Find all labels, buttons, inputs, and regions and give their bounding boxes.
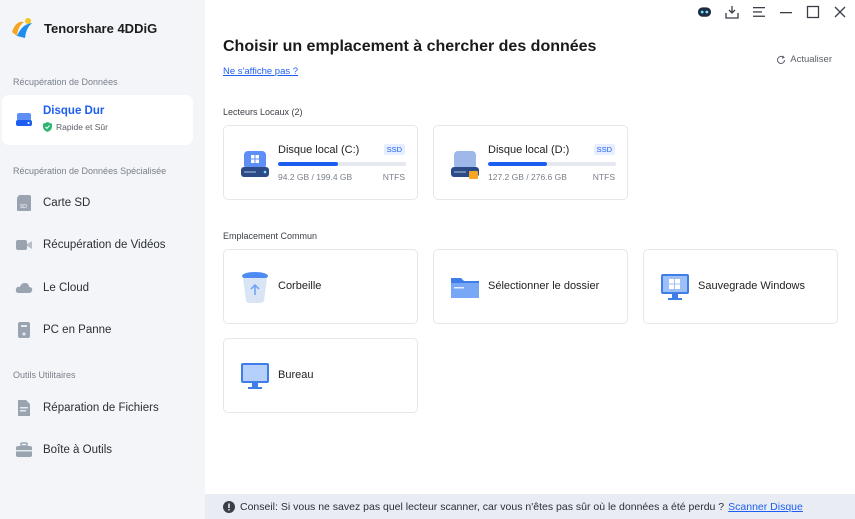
menu-icon[interactable] bbox=[751, 4, 766, 19]
drive-usage-fill bbox=[278, 162, 339, 166]
sidebar-item-subtitle: Rapide et Sûr bbox=[56, 122, 108, 132]
sidebar-item-label: PC en Panne bbox=[43, 324, 112, 336]
crashed-pc-icon bbox=[15, 321, 33, 339]
refresh-label: Actualiser bbox=[790, 54, 832, 65]
sidebar-item-label: Boîte à Outils bbox=[43, 444, 113, 456]
recycle-bin-icon bbox=[242, 272, 268, 303]
refresh-button[interactable]: Actualiser bbox=[776, 54, 832, 65]
sidebar-item-video-recovery[interactable]: Récupération de Vidéos bbox=[0, 225, 205, 265]
section-label-special-recovery: Récupération de Données Spécialisée bbox=[13, 166, 167, 176]
app-logo-icon bbox=[12, 18, 32, 38]
location-label: Sélectionner le dossier bbox=[488, 280, 600, 292]
sidebar-item-label: Disque Dur bbox=[43, 105, 105, 117]
brand: Tenorshare 4DDiG bbox=[8, 14, 157, 42]
sidebar: Tenorshare 4DDiG Récupération de Données… bbox=[0, 0, 205, 519]
sidebar-item-hard-drive[interactable]: Disque Dur Rapide et Sûr bbox=[2, 95, 193, 145]
desktop-icon bbox=[241, 363, 269, 389]
sidebar-item-label: Carte SD bbox=[43, 197, 91, 209]
local-disk-icon bbox=[451, 151, 479, 179]
cloud-icon bbox=[15, 279, 33, 297]
location-label: Bureau bbox=[278, 369, 314, 381]
local-drives-label: Lecteurs Locaux (2) bbox=[223, 107, 303, 117]
sidebar-item-cloud[interactable]: Le Cloud bbox=[0, 268, 205, 308]
sidebar-item-label: Le Cloud bbox=[43, 282, 90, 294]
location-label: Corbeille bbox=[278, 280, 322, 292]
window-controls bbox=[697, 4, 847, 19]
not-displayed-help-link[interactable]: Ne s'affiche pas ? bbox=[223, 66, 298, 77]
sidebar-item-crashed-pc[interactable]: PC en Panne bbox=[0, 310, 205, 350]
drive-size: 94.2 GB / 199.4 GB bbox=[278, 172, 353, 182]
svg-text:SD: SD bbox=[20, 204, 27, 210]
drive-filesystem: NTFS bbox=[592, 172, 615, 182]
toolbox-icon bbox=[15, 441, 33, 459]
drive-usage-bar bbox=[488, 162, 616, 166]
location-windows-backup[interactable]: Sauvegrade Windows bbox=[643, 249, 838, 324]
tip-bar: Conseil: Si vous ne savez pas quel lecte… bbox=[205, 494, 855, 519]
assistant-bot-icon[interactable] bbox=[697, 4, 712, 19]
drive-filesystem: NTFS bbox=[382, 172, 405, 182]
info-icon bbox=[223, 500, 235, 513]
file-repair-icon bbox=[15, 399, 33, 417]
location-recycle-bin[interactable]: Corbeille bbox=[223, 249, 418, 324]
drive-size: 127.2 GB / 276.6 GB bbox=[488, 172, 567, 182]
sidebar-item-label: Réparation de Fichiers bbox=[43, 402, 159, 414]
drive-name: Disque local (C:) bbox=[278, 144, 360, 156]
tip-text: Conseil: Si vous ne savez pas quel lecte… bbox=[240, 500, 725, 513]
location-desktop[interactable]: Bureau bbox=[223, 338, 418, 413]
drive-usage-bar bbox=[278, 162, 406, 166]
section-label-data-recovery: Récupération de Données bbox=[13, 77, 118, 87]
drive-card-c[interactable]: Disque local (C:) SSD 94.2 GB / 199.4 GB… bbox=[223, 125, 418, 200]
hard-drive-icon bbox=[15, 111, 33, 129]
refresh-icon bbox=[777, 54, 786, 64]
section-label-utility-tools: Outils Utilitaires bbox=[13, 370, 76, 380]
sidebar-item-label: Récupération de Vidéos bbox=[43, 239, 166, 251]
drive-card-d[interactable]: Disque local (D:) SSD 127.2 GB / 276.6 G… bbox=[433, 125, 628, 200]
maximize-icon[interactable] bbox=[805, 4, 820, 19]
drive-type-badge: SSD bbox=[593, 144, 615, 155]
location-select-folder[interactable]: Sélectionner le dossier bbox=[433, 249, 628, 324]
sidebar-item-sd-card[interactable]: SD Carte SD bbox=[0, 183, 205, 223]
local-disk-icon bbox=[241, 151, 269, 177]
folder-icon bbox=[451, 278, 479, 298]
page-title: Choisir un emplacement à chercher des do… bbox=[223, 38, 597, 55]
download-icon[interactable] bbox=[724, 4, 739, 19]
scan-disk-link[interactable]: Scanner Disque bbox=[728, 501, 803, 513]
common-location-label: Emplacement Commun bbox=[223, 231, 318, 241]
drive-name: Disque local (D:) bbox=[488, 144, 570, 156]
minimize-icon[interactable] bbox=[778, 4, 793, 19]
shield-check-icon bbox=[43, 122, 52, 132]
close-icon[interactable] bbox=[832, 4, 847, 19]
windows-backup-icon bbox=[661, 274, 689, 300]
sidebar-item-toolbox[interactable]: Boîte à Outils bbox=[0, 430, 205, 470]
video-camera-icon bbox=[15, 236, 33, 254]
app-name: Tenorshare 4DDiG bbox=[44, 20, 158, 36]
drive-type-badge: SSD bbox=[383, 144, 405, 155]
location-label: Sauvegrade Windows bbox=[698, 280, 806, 292]
sidebar-item-file-repair[interactable]: Réparation de Fichiers bbox=[0, 388, 205, 428]
drive-usage-fill bbox=[488, 162, 547, 166]
sd-card-icon: SD bbox=[15, 194, 33, 212]
